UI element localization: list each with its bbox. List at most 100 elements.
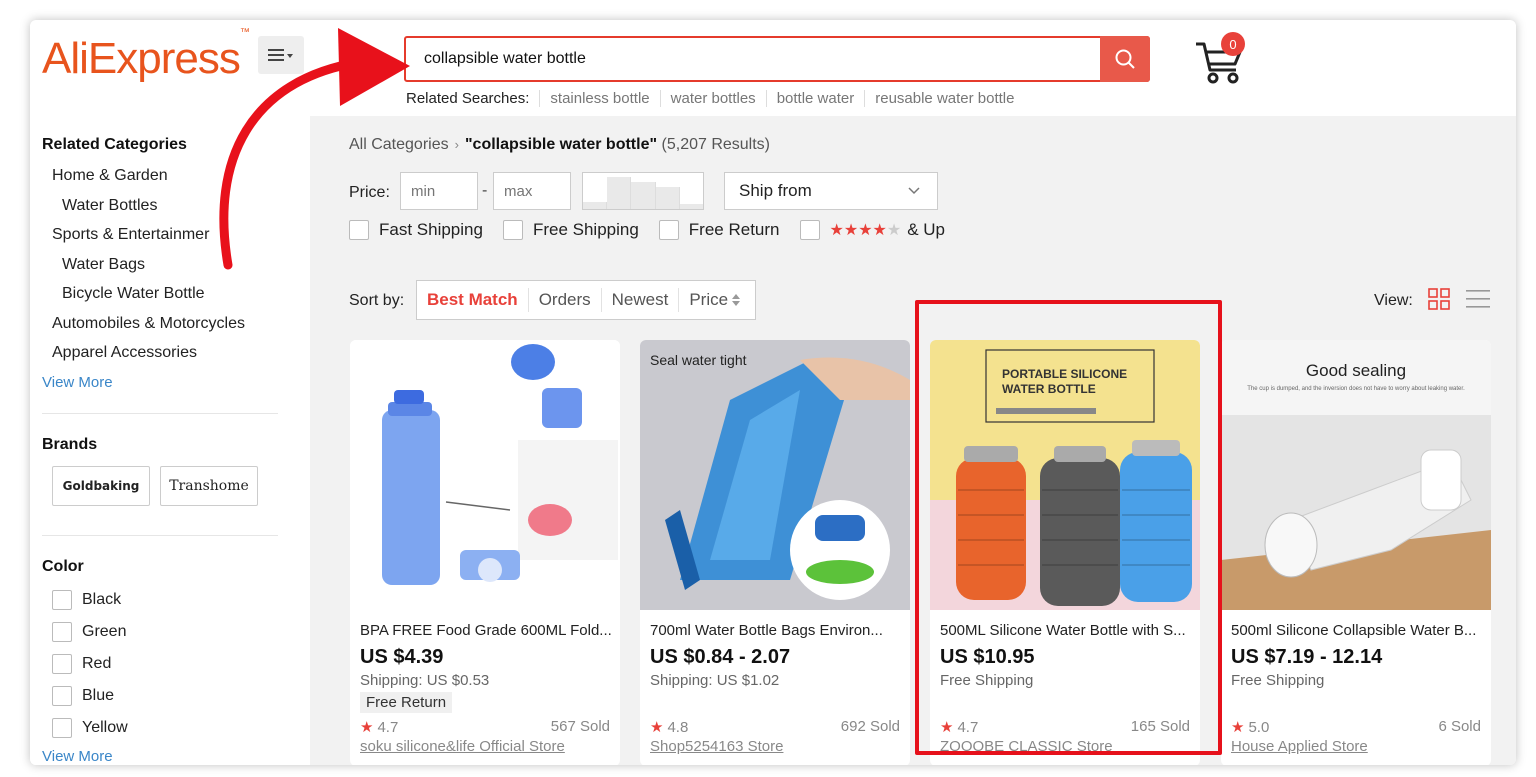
product-title[interactable]: 500ml Silicone Collapsible Water B... — [1231, 622, 1483, 639]
image-caption: PORTABLE SILICONE — [1002, 367, 1127, 381]
checkbox[interactable] — [502, 220, 523, 240]
product-image[interactable]: Seal water tight — [640, 340, 910, 610]
brands-title: Brands — [42, 436, 98, 453]
category-sports[interactable]: Sports & Entertainmer — [52, 226, 209, 244]
colors-view-more-link[interactable]: View More — [42, 748, 113, 765]
rating-value: 4.7 — [957, 719, 979, 736]
breadcrumb: All Categories › "collapsible water bottle… — [349, 136, 770, 154]
sort-price-label: Price — [689, 290, 729, 309]
related-search-link[interactable]: stainless bottle — [539, 90, 659, 107]
brand-goldbaking[interactable]: Goldbaking — [52, 466, 150, 506]
color-option-red[interactable]: Red — [52, 654, 111, 674]
related-search-link[interactable]: water bottles — [659, 90, 766, 107]
product-title[interactable]: 700ml Water Bottle Bags Environ... — [650, 622, 902, 639]
product-title[interactable]: BPA FREE Food Grade 600ML Fold... — [360, 622, 612, 639]
checkbox[interactable] — [52, 654, 72, 674]
product-sold-count: 567 Sold — [550, 718, 610, 735]
product-image[interactable]: PORTABLE SILICONE WATER BOTTLE — [930, 340, 1200, 610]
breadcrumb-all-categories[interactable]: All Categories — [349, 136, 449, 153]
search-icon — [1115, 49, 1135, 69]
color-option-blue[interactable]: Blue — [52, 686, 114, 706]
categories-view-more-link[interactable]: View More — [42, 374, 113, 391]
hamburger-icon — [268, 49, 293, 61]
category-apparel[interactable]: Apparel Accessories — [52, 344, 197, 362]
product-image[interactable] — [350, 340, 620, 610]
checkbox[interactable] — [658, 220, 679, 240]
image-caption: Good sealing — [1306, 361, 1406, 380]
color-option-yellow[interactable]: Yellow — [52, 718, 128, 738]
color-option-black[interactable]: Black — [52, 590, 121, 610]
star-icon: ★ — [650, 719, 664, 736]
aliexpress-logo[interactable]: AliExpress™ — [42, 27, 250, 84]
list-view-icon[interactable] — [1466, 288, 1490, 310]
filter-free-return[interactable]: Free Return — [658, 220, 780, 240]
color-label: Yellow — [82, 719, 128, 736]
color-label: Red — [82, 655, 112, 672]
category-water-bags[interactable]: Water Bags — [62, 256, 145, 274]
color-option-green[interactable]: Green — [52, 622, 126, 642]
cart-count-badge: 0 — [1221, 32, 1245, 56]
related-search-link[interactable]: bottle water — [765, 90, 865, 107]
store-link[interactable]: House Applied Store — [1231, 738, 1368, 755]
sort-newest[interactable]: Newest — [600, 288, 679, 312]
checkbox[interactable] — [52, 686, 72, 706]
store-link[interactable]: Shop5254163 Store — [650, 738, 783, 755]
sort-price[interactable]: Price — [678, 288, 751, 312]
product-price: US $7.19 - 12.14 — [1231, 646, 1383, 668]
product-card[interactable]: BPA FREE Food Grade 600ML Fold... US $4.… — [350, 340, 620, 765]
grid-view-icon[interactable] — [1428, 288, 1450, 310]
rating-value: 4.8 — [667, 719, 689, 736]
ship-from-label: Ship from — [739, 181, 812, 200]
filter-row: Fast Shipping Free Shipping Free Return … — [349, 220, 965, 240]
color-label: Black — [82, 591, 122, 608]
product-price: US $4.39 — [360, 646, 444, 668]
product-shipping: Shipping: US $1.02 — [650, 672, 780, 689]
product-card[interactable]: PORTABLE SILICONE WATER BOTTLE 500ML Sil… — [930, 340, 1200, 765]
rating-value: 5.0 — [1248, 719, 1270, 736]
chevron-down-icon — [908, 187, 920, 195]
product-title[interactable]: 500ML Silicone Water Bottle with S... — [940, 622, 1192, 639]
product-card[interactable]: Good sealing The cup is dumped, and the … — [1221, 340, 1491, 765]
results-count: (5,207 Results) — [661, 136, 771, 153]
color-label: Green — [82, 623, 127, 640]
filter-fast-shipping[interactable]: Fast Shipping — [349, 220, 483, 240]
filter-free-shipping[interactable]: Free Shipping — [502, 220, 639, 240]
results-area: All Categories › "collapsible water bottle… — [310, 116, 1516, 765]
filter-star-rating[interactable]: ★★★★★ & Up — [799, 220, 945, 240]
product-card[interactable]: Seal water tight 700ml Water Bottle Bags… — [640, 340, 910, 765]
checkbox[interactable] — [799, 220, 820, 240]
brand-transhome[interactable]: Transhome — [160, 466, 258, 506]
price-min-input[interactable] — [400, 172, 478, 210]
sort-label: Sort by: — [349, 292, 405, 309]
category-bicycle-water-bottle[interactable]: Bicycle Water Bottle — [62, 285, 205, 303]
color-title: Color — [42, 558, 84, 575]
ship-from-select[interactable]: Ship from — [724, 172, 938, 210]
store-link[interactable]: soku silicone&life Official Store — [360, 738, 565, 755]
filter-label: Free Shipping — [532, 220, 639, 239]
search-button[interactable] — [1100, 36, 1150, 82]
sort-options: Best Match Orders Newest Price — [416, 280, 756, 320]
checkbox[interactable] — [52, 718, 72, 738]
product-shipping: Shipping: US $0.53 — [360, 672, 490, 689]
menu-button[interactable] — [258, 36, 304, 74]
category-home-garden[interactable]: Home & Garden — [52, 167, 168, 185]
store-link[interactable]: ZOOOBE CLASSIC Store — [940, 738, 1113, 755]
price-histogram[interactable] — [582, 172, 704, 210]
breadcrumb-separator: › — [454, 137, 459, 152]
product-rating: ★ 4.8 — [650, 718, 688, 736]
checkbox[interactable] — [52, 622, 72, 642]
star-icon: ★ — [940, 719, 954, 736]
price-max-input[interactable] — [493, 172, 571, 210]
filter-label: Free Return — [688, 220, 780, 239]
sort-orders[interactable]: Orders — [527, 288, 601, 312]
price-label: Price: — [349, 184, 390, 201]
related-search-link[interactable]: reusable water bottle — [864, 90, 1024, 107]
product-image[interactable]: Good sealing The cup is dumped, and the … — [1221, 340, 1491, 610]
category-water-bottles[interactable]: Water Bottles — [62, 197, 157, 215]
divider — [42, 535, 278, 536]
checkbox[interactable] — [349, 220, 369, 240]
category-automobiles[interactable]: Automobiles & Motorcycles — [52, 315, 245, 333]
checkbox[interactable] — [52, 590, 72, 610]
search-input[interactable] — [424, 38, 1084, 80]
sort-best-match[interactable]: Best Match — [417, 288, 528, 312]
